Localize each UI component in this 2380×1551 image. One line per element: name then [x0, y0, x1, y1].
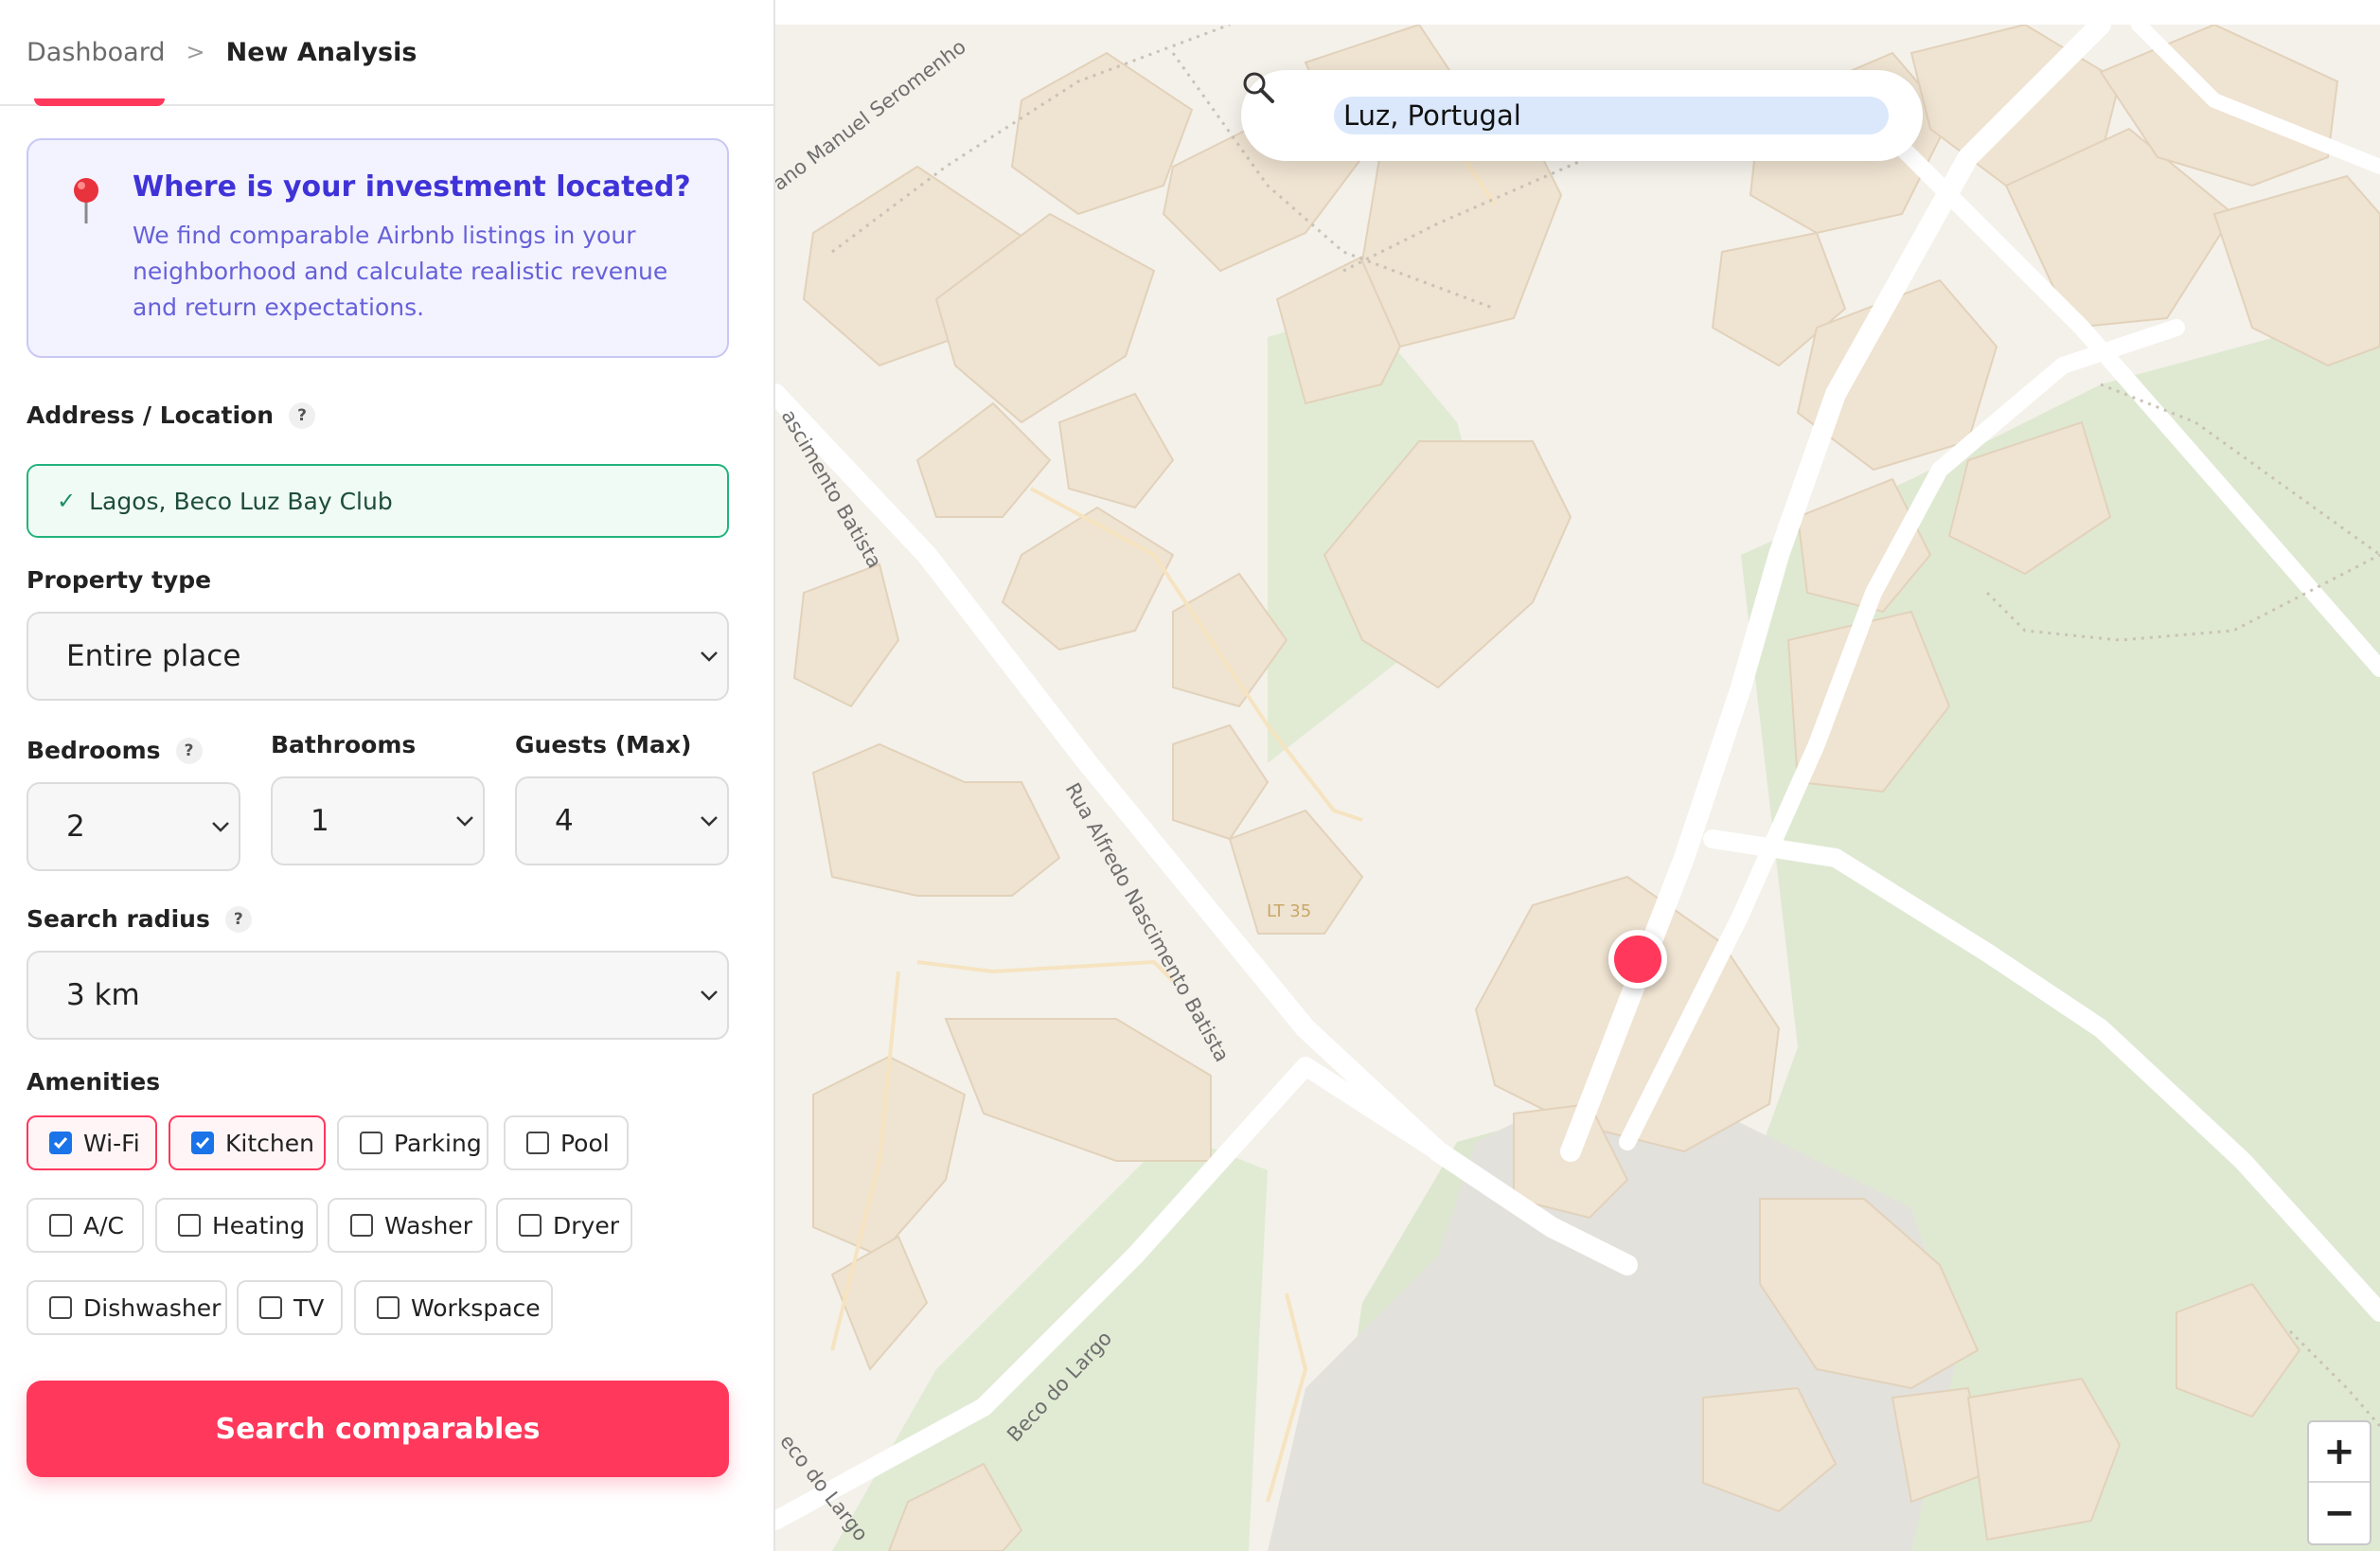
location-marker[interactable]: [1608, 930, 1667, 989]
info-text: We find comparable Airbnb listings in yo…: [133, 222, 668, 321]
chevron-down-icon: [212, 822, 229, 832]
checkbox[interactable]: [49, 1132, 72, 1154]
checkmark-icon: [195, 1137, 210, 1150]
amenity-ac[interactable]: A/C: [27, 1198, 144, 1253]
address-help-icon[interactable]: ?: [289, 401, 316, 429]
amenity-kitchen[interactable]: Kitchen: [169, 1115, 326, 1170]
map-search-bar: [1241, 70, 1923, 161]
map-search-input[interactable]: [1334, 97, 1889, 134]
property-type-value: Entire place: [66, 639, 241, 673]
checkmark-icon: [53, 1137, 68, 1150]
amenity-heating[interactable]: Heating: [155, 1198, 318, 1253]
zoom-out-button[interactable]: −: [2309, 1483, 2370, 1543]
zoom-controls: + −: [2307, 1420, 2371, 1545]
address-label: Address / Location ?: [27, 401, 316, 429]
checkbox[interactable]: [49, 1214, 72, 1237]
checkbox[interactable]: [526, 1132, 549, 1154]
bathrooms-label-text: Bathrooms: [271, 731, 417, 758]
property-type-label: Property type: [27, 566, 211, 594]
info-title: Where is your investment located?: [133, 170, 691, 204]
amenity-label: Dryer: [553, 1211, 619, 1239]
address-value: Lagos, Beco Luz Bay Club: [89, 487, 393, 515]
bathrooms-label: Bathrooms: [271, 731, 416, 758]
amenities-label: Amenities: [27, 1068, 160, 1096]
amenity-label: Parking: [394, 1129, 482, 1157]
map-canvas[interactable]: ano Manuel Seromenho ascimento Batista R…: [775, 25, 2380, 1551]
checkbox[interactable]: [259, 1296, 282, 1319]
lot-label: LT 35: [1267, 901, 1312, 921]
chevron-down-icon: [701, 651, 718, 662]
location-info-card: Where is your investment located? We fin…: [27, 138, 729, 358]
amenity-dryer[interactable]: Dryer: [496, 1198, 632, 1253]
guests-value: 4: [555, 804, 574, 838]
breadcrumb-dashboard-link[interactable]: Dashboard: [27, 38, 165, 67]
address-label-text: Address / Location: [27, 401, 275, 429]
amenity-label: Dishwasher: [83, 1293, 222, 1322]
search-icon: [1243, 72, 1274, 103]
amenity-label: Washer: [384, 1211, 472, 1239]
bedrooms-select[interactable]: 2: [27, 782, 240, 871]
amenity-pool[interactable]: Pool: [504, 1115, 629, 1170]
amenities-label-text: Amenities: [27, 1068, 161, 1096]
checkbox[interactable]: [191, 1132, 214, 1154]
property-type-select[interactable]: Entire place: [27, 612, 729, 701]
analysis-panel: Dashboard > New Analysis Where is your i…: [0, 0, 775, 1551]
radius-help-icon[interactable]: ?: [224, 905, 252, 933]
bedrooms-label-text: Bedrooms: [27, 737, 161, 764]
zoom-in-button[interactable]: +: [2309, 1422, 2370, 1483]
address-field[interactable]: ✓ Lagos, Beco Luz Bay Club: [27, 464, 729, 538]
amenity-label: Workspace: [411, 1293, 541, 1322]
search-comparables-button[interactable]: Search comparables: [27, 1381, 729, 1477]
guests-label: Guests (Max): [515, 731, 691, 758]
amenity-tv[interactable]: TV: [237, 1280, 343, 1335]
page: Dashboard > New Analysis Where is your i…: [0, 0, 2380, 1551]
amenity-washer[interactable]: Washer: [328, 1198, 487, 1253]
breadcrumb-separator: >: [186, 39, 205, 65]
map-pin-icon: [74, 178, 98, 223]
map[interactable]: ano Manuel Seromenho ascimento Batista R…: [775, 25, 2380, 1551]
bathrooms-value: 1: [311, 804, 329, 838]
checkbox[interactable]: [49, 1296, 72, 1319]
radius-select[interactable]: 3 km: [27, 951, 729, 1040]
amenity-label: Kitchen: [225, 1129, 314, 1157]
amenity-parking[interactable]: Parking: [337, 1115, 488, 1170]
guests-select[interactable]: 4: [515, 776, 729, 865]
bedrooms-value: 2: [66, 810, 85, 844]
amenity-label: Heating: [212, 1211, 305, 1239]
breadcrumb: Dashboard > New Analysis: [0, 0, 773, 106]
chevron-down-icon: [456, 816, 473, 827]
amenity-label: A/C: [83, 1211, 124, 1239]
bathrooms-select[interactable]: 1: [271, 776, 485, 865]
checkbox[interactable]: [178, 1214, 201, 1237]
radius-label: Search radius ?: [27, 905, 252, 933]
property-type-label-text: Property type: [27, 566, 212, 594]
scrolled-tab-indicator: [34, 98, 165, 106]
radius-label-text: Search radius: [27, 905, 210, 933]
radius-value: 3 km: [66, 978, 140, 1012]
amenity-wifi[interactable]: Wi-Fi: [27, 1115, 157, 1170]
amenity-label: Wi-Fi: [83, 1129, 140, 1157]
chevron-down-icon: [701, 816, 718, 827]
breadcrumb-current: New Analysis: [225, 37, 417, 67]
bedrooms-label: Bedrooms ?: [27, 737, 203, 764]
amenity-label: Pool: [560, 1129, 610, 1157]
chevron-down-icon: [701, 990, 718, 1001]
amenity-dishwasher[interactable]: Dishwasher: [27, 1280, 227, 1335]
street-label-beco-do-largo-edge: eco do Largo: [775, 1430, 873, 1545]
checkbox[interactable]: [350, 1214, 373, 1237]
amenity-label: TV: [293, 1293, 325, 1322]
bedrooms-help-icon[interactable]: ?: [175, 737, 203, 764]
amenity-workspace[interactable]: Workspace: [354, 1280, 553, 1335]
checkbox[interactable]: [519, 1214, 542, 1237]
checkbox[interactable]: [377, 1296, 400, 1319]
checkbox[interactable]: [360, 1132, 382, 1154]
street-label-manuel-seromenho: ano Manuel Seromenho: [775, 35, 970, 195]
check-icon: ✓: [57, 488, 77, 514]
guests-label-text: Guests (Max): [515, 731, 692, 758]
